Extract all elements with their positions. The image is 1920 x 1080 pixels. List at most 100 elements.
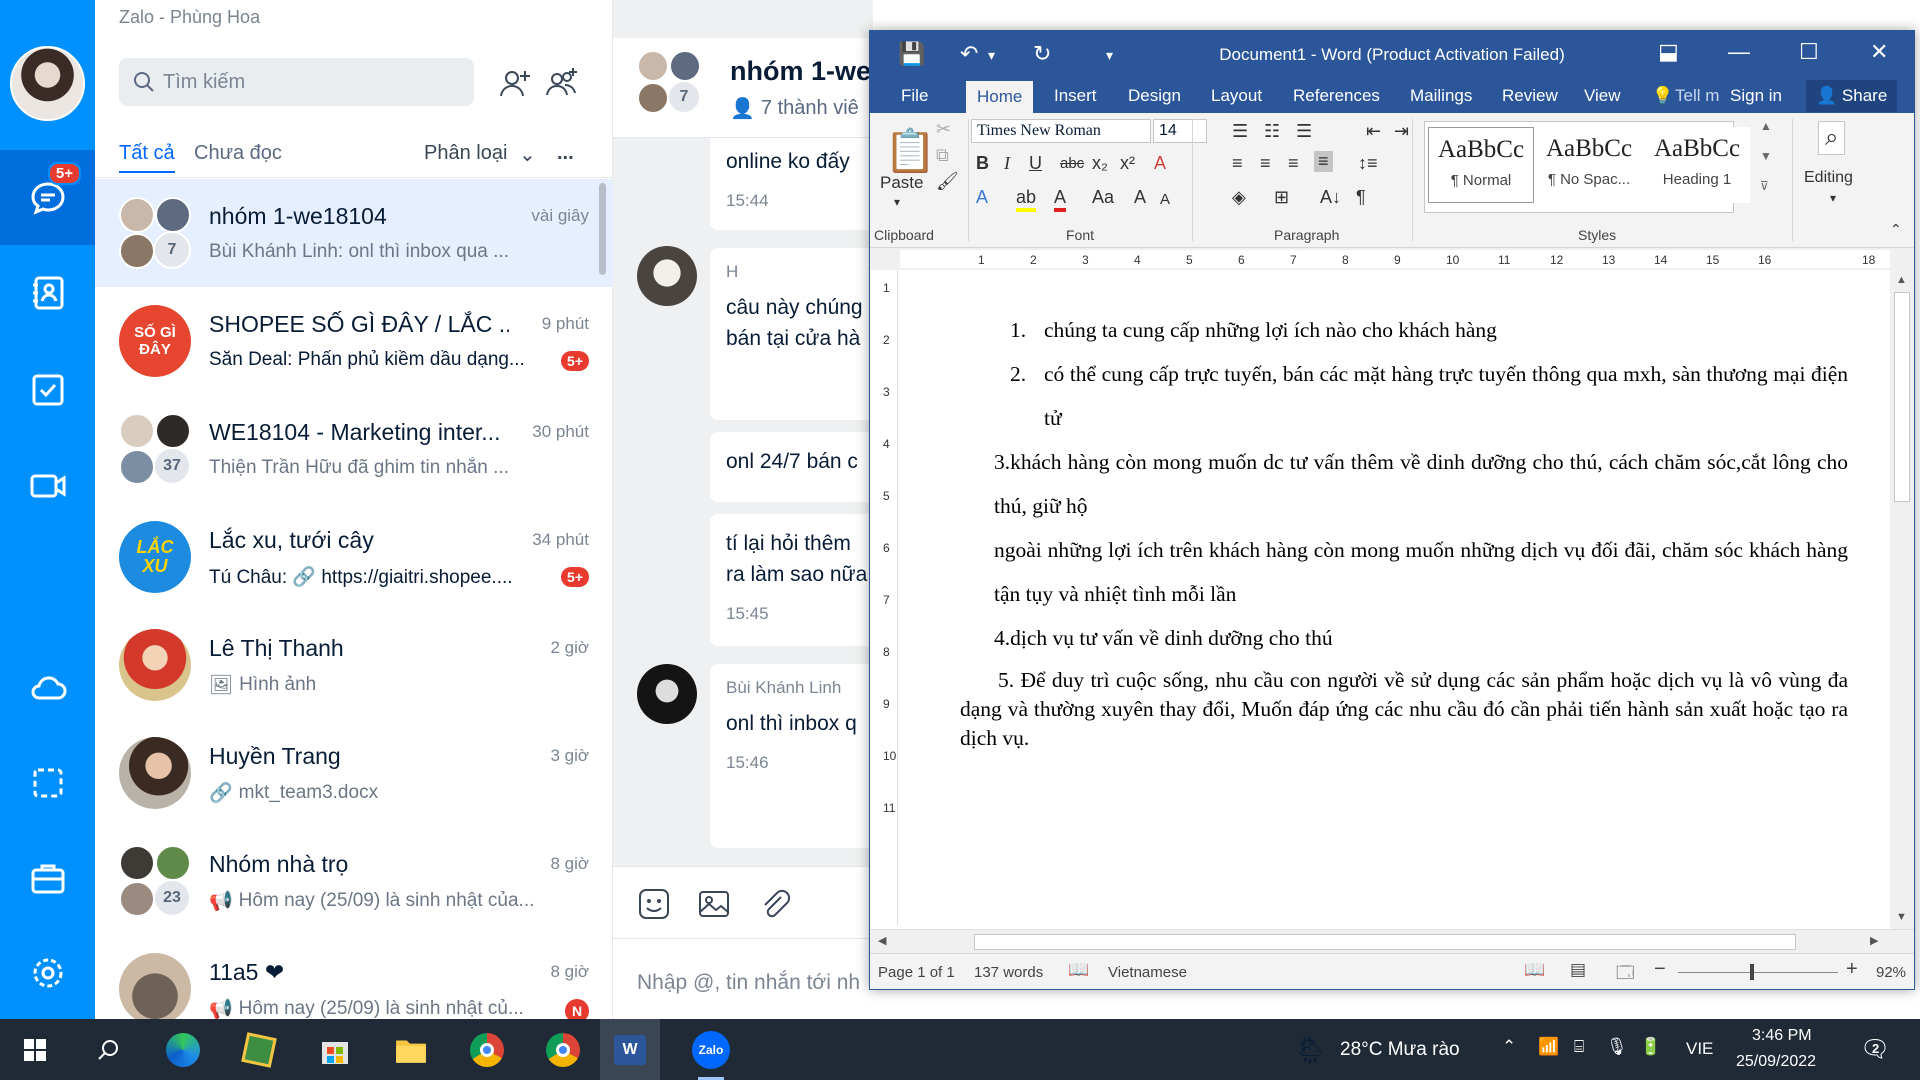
- grow-font-icon[interactable]: A: [1134, 187, 1146, 208]
- toolbox-nav-button[interactable]: [0, 830, 95, 925]
- list-item[interactable]: SỐ GÌ ĐÂY SHOPEE SỐ GÌ ĐÂY / LẮC ... 9 p…: [95, 287, 613, 395]
- tab-review[interactable]: Review: [1502, 86, 1558, 106]
- text-effects-icon[interactable]: A: [976, 187, 988, 208]
- change-case-icon[interactable]: Aa: [1092, 187, 1114, 208]
- microphone-icon[interactable]: 🎙: [1606, 1037, 1628, 1057]
- vertical-ruler[interactable]: 1 2 3 4 5 6 7 8 9 10 11: [878, 270, 898, 925]
- bullets-icon[interactable]: ☰: [1232, 121, 1248, 142]
- italic-icon[interactable]: I: [1004, 153, 1010, 174]
- highlight-icon[interactable]: ab: [1016, 187, 1037, 212]
- list-item[interactable]: 7 nhóm 1-we18104 vài giây Bùi Khánh Linh…: [95, 179, 613, 287]
- bold-icon[interactable]: B: [976, 153, 989, 174]
- shrink-font-icon[interactable]: A: [1160, 191, 1170, 208]
- list-item[interactable]: Lê Thị Thanh 2 giờ 🖼 Hình ảnh: [95, 611, 613, 719]
- close-icon[interactable]: ✕: [1870, 39, 1888, 65]
- minimize-icon[interactable]: —: [1728, 39, 1750, 65]
- shading-icon[interactable]: ◈: [1232, 187, 1246, 208]
- print-layout-icon[interactable]: ▤: [1570, 960, 1586, 980]
- tab-home[interactable]: Home: [966, 81, 1034, 115]
- settings-nav-button[interactable]: [0, 925, 95, 1020]
- sticker-icon[interactable]: [637, 887, 671, 921]
- ribbon-display-icon[interactable]: ⬓: [1658, 39, 1679, 65]
- styles-more-icon[interactable]: ⊽: [1760, 179, 1769, 193]
- scrollbar-thumb[interactable]: [974, 934, 1796, 950]
- collapse-ribbon-icon[interactable]: ⌃: [1890, 221, 1902, 238]
- cut-icon[interactable]: ✂: [936, 119, 951, 140]
- scroll-left-icon[interactable]: ◀: [878, 934, 886, 947]
- word-taskbar-button[interactable]: W: [600, 1019, 660, 1080]
- paste-dropdown-icon[interactable]: ▾: [894, 195, 900, 209]
- style-heading-1[interactable]: AaBbCc Heading 1: [1644, 127, 1750, 203]
- horizontal-ruler[interactable]: 1 2 3 4 5 6 7 8 9 10 11 12 13 14 15 16 18: [870, 248, 1914, 270]
- chrome-taskbar-button[interactable]: [466, 1029, 508, 1071]
- zoom-slider[interactable]: [1678, 972, 1838, 973]
- zoom-in-icon[interactable]: +: [1846, 958, 1858, 981]
- proofing-icon[interactable]: 📖: [1068, 960, 1089, 980]
- increase-indent-icon[interactable]: ⇥: [1394, 121, 1409, 142]
- page-count[interactable]: Page 1 of 1: [878, 964, 955, 981]
- horizontal-scrollbar[interactable]: ◀ ▶: [870, 929, 1914, 953]
- language-indicator[interactable]: VIE: [1686, 1039, 1713, 1059]
- user-avatar[interactable]: [10, 46, 85, 121]
- decrease-indent-icon[interactable]: ⇤: [1366, 121, 1381, 142]
- read-mode-icon[interactable]: 📖: [1524, 960, 1545, 980]
- clock-date[interactable]: 25/09/2022: [1736, 1053, 1816, 1071]
- sort-icon[interactable]: A↓: [1320, 187, 1341, 208]
- todo-nav-button[interactable]: [0, 342, 95, 437]
- weather-text[interactable]: 28°C Mưa rào: [1340, 1039, 1460, 1061]
- show-formatting-icon[interactable]: ¶: [1356, 187, 1366, 208]
- sender-avatar[interactable]: [637, 664, 697, 724]
- camera-icon[interactable]: ⌸: [1574, 1037, 1584, 1057]
- snipping-tool-button[interactable]: [238, 1029, 280, 1071]
- document-page[interactable]: 1. chúng ta cung cấp những lợi ích nào ch…: [900, 270, 1890, 925]
- zoom-out-icon[interactable]: −: [1654, 958, 1666, 981]
- strikethrough-icon[interactable]: abc: [1060, 155, 1084, 172]
- tab-all[interactable]: Tất cả: [119, 142, 175, 173]
- tab-layout[interactable]: Layout: [1211, 86, 1262, 106]
- format-painter-icon[interactable]: 🖌: [936, 171, 959, 192]
- justify-icon[interactable]: ≡: [1314, 151, 1333, 172]
- style-normal[interactable]: AaBbCc ¶ Normal: [1428, 127, 1534, 203]
- tab-view[interactable]: View: [1584, 86, 1621, 106]
- scroll-down-icon[interactable]: ▼: [1896, 911, 1907, 923]
- tab-mailings[interactable]: Mailings: [1410, 86, 1472, 106]
- numbering-icon[interactable]: ☷: [1264, 121, 1280, 142]
- search-icon[interactable]: ⌕: [1818, 121, 1846, 155]
- search-input[interactable]: Tìm kiếm: [119, 58, 474, 106]
- align-right-icon[interactable]: ≡: [1288, 153, 1299, 174]
- attachment-icon[interactable]: [757, 887, 791, 921]
- sender-avatar[interactable]: [637, 246, 697, 306]
- share-button[interactable]: 👤 Share: [1806, 80, 1898, 112]
- battery-icon[interactable]: 🔋: [1640, 1037, 1661, 1057]
- list-item[interactable]: 37 WE18104 - Marketing inter... 30 phút …: [95, 395, 613, 503]
- weather-icon[interactable]: 🌦: [1294, 1035, 1327, 1066]
- underline-icon[interactable]: U: [1029, 153, 1042, 174]
- message-input[interactable]: Nhập @, tin nhắn tới nh: [613, 938, 873, 1019]
- start-button[interactable]: [14, 1029, 56, 1071]
- styles-scroll-up-icon[interactable]: ▲: [1760, 119, 1772, 133]
- add-friend-icon[interactable]: [498, 66, 532, 100]
- vertical-scrollbar[interactable]: ▲ ▼: [1890, 270, 1914, 929]
- scrollbar-thumb[interactable]: [1894, 292, 1910, 502]
- font-color-icon[interactable]: A: [1054, 187, 1067, 212]
- more-options-button[interactable]: ...: [557, 142, 574, 165]
- tell-me-search[interactable]: Tell m: [1675, 86, 1719, 106]
- image-icon[interactable]: [697, 887, 731, 921]
- superscript-icon[interactable]: x²: [1120, 153, 1135, 174]
- lightbulb-icon[interactable]: 💡: [1652, 86, 1673, 106]
- list-item[interactable]: Huyền Trang 3 giờ 🔗 mkt_team3.docx: [95, 719, 613, 827]
- video-call-nav-button[interactable]: [0, 438, 95, 533]
- zalo-taskbar-button[interactable]: Zalo: [690, 1029, 732, 1080]
- align-center-icon[interactable]: ≡: [1260, 153, 1271, 174]
- wifi-icon[interactable]: 📶: [1538, 1037, 1559, 1057]
- style-no-spacing[interactable]: AaBbCc ¶ No Spac...: [1536, 127, 1642, 203]
- search-button[interactable]: [88, 1029, 130, 1071]
- sign-in-link[interactable]: Sign in: [1730, 86, 1782, 106]
- document-body[interactable]: 1. chúng ta cung cấp những lợi ích nào ch…: [960, 308, 1848, 753]
- subscript-icon[interactable]: x₂: [1092, 153, 1108, 174]
- contacts-nav-button[interactable]: [0, 245, 95, 340]
- multilevel-list-icon[interactable]: ☰: [1296, 121, 1312, 142]
- edge-taskbar-button[interactable]: [162, 1029, 204, 1071]
- language-indicator[interactable]: Vietnamese: [1108, 964, 1187, 981]
- web-layout-icon[interactable]: 🗔: [1616, 960, 1634, 989]
